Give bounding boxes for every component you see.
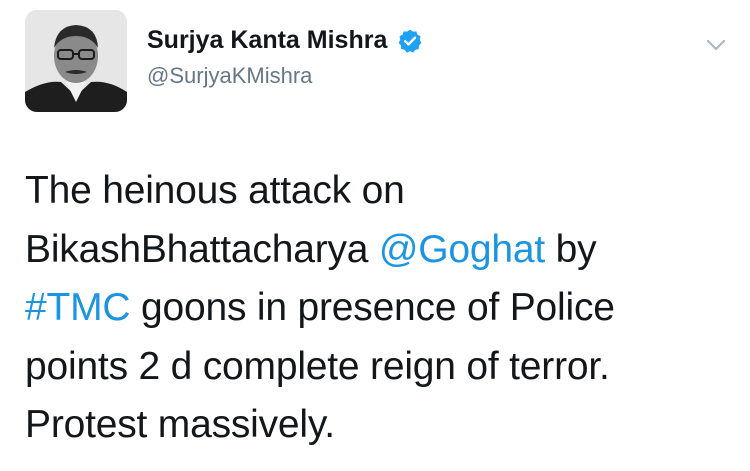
author-handle[interactable]: @SurjyaKMishra: [147, 63, 312, 89]
author-display-name[interactable]: Surjya Kanta Mishra: [147, 26, 387, 55]
mention-link[interactable]: @Goghat: [379, 228, 545, 271]
verified-badge-icon: [397, 28, 423, 54]
tweet-line: Protest massively.: [25, 403, 335, 446]
tweet-line: The heinous attack on: [25, 169, 405, 212]
tweet-line: points 2 d complete reign of terror.: [25, 344, 610, 388]
tweet-card: Surjya Kanta Mishra @SurjyaKMishra The h…: [0, 0, 750, 471]
tweet-text: The heinous attack on BikashBhattacharya…: [25, 162, 735, 455]
tweet-text-segment: goons in presence of Police: [130, 286, 615, 329]
hashtag-link[interactable]: #TMC: [25, 286, 131, 329]
tweet-text-segment: by: [545, 227, 597, 271]
avatar-photo: [25, 10, 127, 112]
tweet-line: #TMC goons in presence of Police: [25, 279, 735, 338]
tweet-line: BikashBhattacharya @Goghat by: [25, 221, 735, 280]
tweet-text-segment: BikashBhattacharya: [25, 227, 379, 271]
author-name-row: Surjya Kanta Mishra: [147, 26, 423, 55]
avatar[interactable]: [25, 10, 127, 112]
chevron-down-icon[interactable]: [704, 36, 728, 54]
